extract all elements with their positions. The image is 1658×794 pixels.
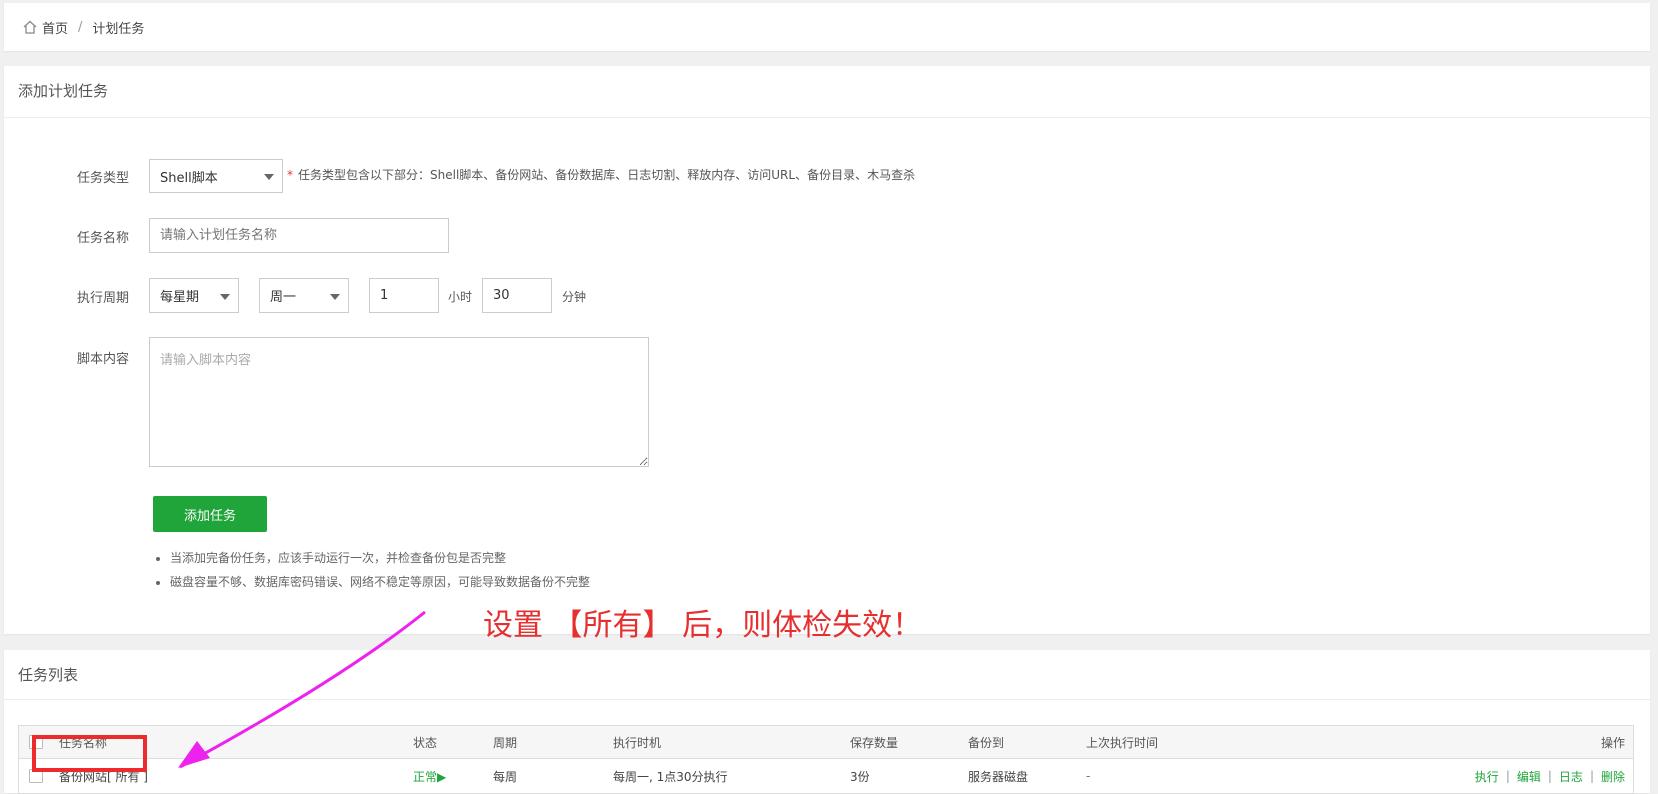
- row-target: 服务器磁盘: [968, 769, 1029, 784]
- task-list-title: 任务列表: [18, 666, 79, 684]
- period-minute-input[interactable]: 30: [482, 278, 552, 313]
- row-task-name: 备份网站[ 所有 ]: [59, 769, 148, 784]
- tip-item: 磁盘容量不够、数据库密码错误、网络不稳定等原因，可能导致数据备份不完整: [170, 570, 590, 594]
- add-task-button[interactable]: 添加任务: [153, 496, 267, 532]
- chevron-down-icon: [330, 293, 340, 300]
- task-type-hint-text: 任务类型包含以下部分：Shell脚本、备份网站、备份数据库、日志切割、释放内存、…: [298, 168, 916, 182]
- period-cycle-value: 每星期: [160, 290, 200, 305]
- col-status: 状态: [413, 735, 438, 750]
- period-hour-value: 1: [380, 288, 389, 303]
- period-label: 执行周期: [77, 291, 130, 306]
- task-name-input[interactable]: [149, 218, 449, 253]
- run-link[interactable]: 执行: [1475, 768, 1499, 785]
- row-keep: 3份: [850, 769, 870, 784]
- table-header: 任务名称 状态 周期 执行时机 保存数量 备份到 上次执行时间 操作: [19, 726, 1633, 759]
- col-period: 周期: [493, 735, 518, 750]
- action-separator: |: [1505, 769, 1510, 783]
- add-task-panel: 添加计划任务 任务类型 Shell脚本 * 任务类型包含以下部分：Shell脚本、…: [4, 66, 1650, 634]
- tips-list: 当添加完备份任务，应该手动运行一次，并检查备份包是否完整 磁盘容量不够、数据库密…: [154, 546, 590, 594]
- edit-link[interactable]: 编辑: [1517, 768, 1541, 785]
- row-actions: 执行 | 编辑 | 日志 | 删除: [1475, 759, 1625, 793]
- breadcrumb-bar: 首页 / 计划任务: [4, 3, 1650, 51]
- tip-item: 当添加完备份任务，应该手动运行一次，并检查备份包是否完整: [170, 546, 590, 570]
- chevron-down-icon: [220, 293, 230, 300]
- task-list-panel: 任务列表 任务名称 状态 周期 执行时机 保存数量 备份到 上次执行时间 操作 …: [4, 650, 1650, 794]
- action-separator: |: [1589, 769, 1594, 783]
- select-all-checkbox[interactable]: [29, 735, 43, 749]
- breadcrumb: 首页 / 计划任务: [22, 3, 144, 51]
- home-icon: [23, 20, 37, 34]
- panel-divider: [4, 699, 1650, 700]
- panel-divider: [4, 117, 1650, 118]
- chevron-down-icon: [264, 174, 274, 180]
- add-task-title: 添加计划任务: [18, 82, 109, 100]
- breadcrumb-home-link[interactable]: 首页: [42, 18, 68, 37]
- row-time: 每周一, 1点30分执行: [613, 769, 728, 784]
- minute-unit-label: 分钟: [562, 290, 587, 304]
- period-weekday-value: 周一: [270, 290, 297, 305]
- period-minute-value: 30: [493, 288, 510, 303]
- col-ops: 操作: [1600, 735, 1625, 750]
- task-type-label: 任务类型: [77, 171, 130, 186]
- log-link[interactable]: 日志: [1559, 768, 1583, 785]
- task-name-label: 任务名称: [77, 231, 130, 246]
- col-keep: 保存数量: [850, 735, 899, 750]
- task-type-select[interactable]: Shell脚本: [149, 159, 283, 193]
- col-last-run: 上次执行时间: [1086, 735, 1159, 750]
- annotation-text: 设置 【所有】 后，则体检失效！: [483, 608, 923, 643]
- task-type-hint: * 任务类型包含以下部分：Shell脚本、备份网站、备份数据库、日志切割、释放内存…: [287, 166, 915, 183]
- table-row: 备份网站[ 所有 ] 正常▶ 每周 每周一, 1点30分执行 3份 服务器磁盘 …: [19, 759, 1633, 793]
- period-cycle-select[interactable]: 每星期: [149, 278, 239, 313]
- required-star-icon: *: [287, 168, 293, 182]
- row-last-run: -: [1086, 769, 1091, 783]
- row-status[interactable]: 正常▶: [413, 759, 446, 793]
- hour-unit-label: 小时: [448, 290, 473, 304]
- col-time: 执行时机: [613, 735, 662, 750]
- action-separator: |: [1547, 769, 1552, 783]
- period-weekday-select[interactable]: 周一: [259, 278, 349, 313]
- script-label: 脚本内容: [77, 352, 130, 367]
- breadcrumb-separator: /: [78, 19, 83, 35]
- task-type-value: Shell脚本: [160, 170, 218, 186]
- period-hour-input[interactable]: 1: [369, 278, 439, 313]
- col-name: 任务名称: [59, 735, 108, 750]
- col-target: 备份到: [968, 735, 1005, 750]
- script-textarea[interactable]: [149, 337, 649, 467]
- row-period: 每周: [493, 769, 518, 784]
- delete-link[interactable]: 删除: [1601, 768, 1625, 785]
- breadcrumb-current: 计划任务: [92, 21, 145, 37]
- row-checkbox[interactable]: [29, 769, 43, 783]
- task-table: 任务名称 状态 周期 执行时机 保存数量 备份到 上次执行时间 操作 备份网站[…: [18, 725, 1634, 794]
